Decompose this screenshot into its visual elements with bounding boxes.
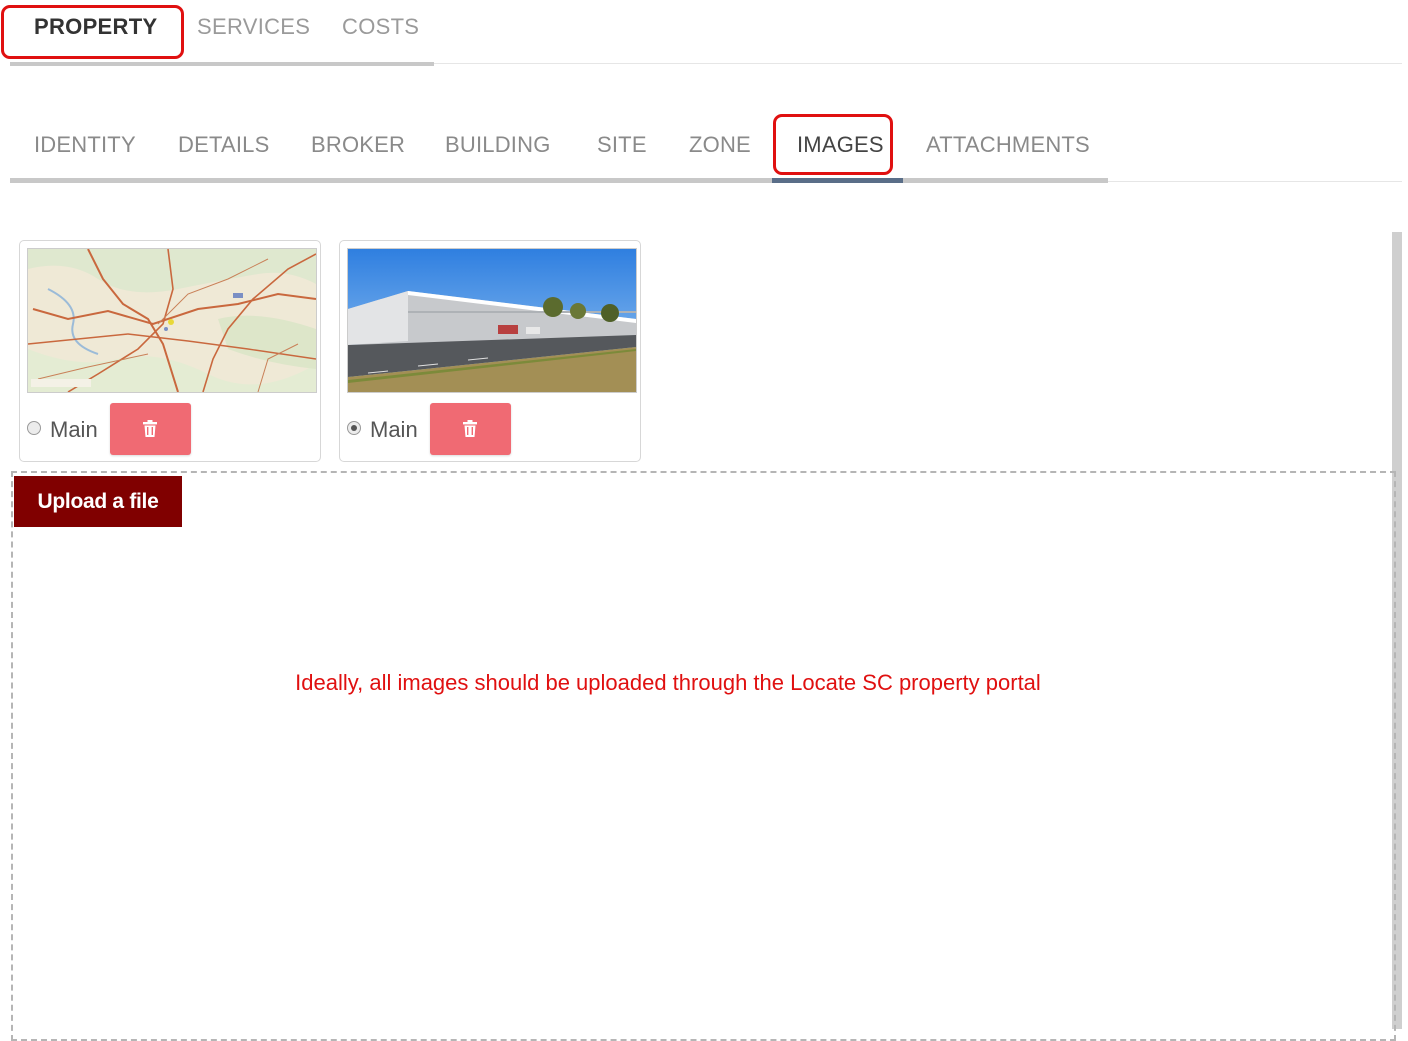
- upload-note: Ideally, all images should be uploaded t…: [295, 670, 1041, 695]
- delete-image-button[interactable]: [110, 403, 191, 455]
- sub-tab-bar: IDENTITY DETAILS BROKER BUILDING SITE ZO…: [10, 110, 1108, 183]
- tab-broker[interactable]: BROKER: [311, 132, 405, 158]
- tab-costs[interactable]: COSTS: [342, 14, 419, 40]
- image-card: Main: [339, 240, 641, 462]
- main-image-radio[interactable]: [347, 421, 361, 435]
- active-tab-indicator: [772, 178, 903, 183]
- tab-attachments[interactable]: ATTACHMENTS: [926, 132, 1090, 158]
- upload-file-button[interactable]: Upload a file: [14, 476, 182, 527]
- sub-tab-divider: [1108, 181, 1402, 182]
- highlight-box-property-tab: [1, 5, 184, 59]
- image-card: Main: [19, 240, 321, 462]
- map-image[interactable]: [27, 248, 317, 393]
- top-tab-divider: [434, 63, 1402, 64]
- image-controls: Main: [344, 403, 624, 455]
- tab-site[interactable]: SITE: [597, 132, 647, 158]
- highlight-box-images-tab: [773, 114, 893, 175]
- trash-icon: [143, 420, 157, 437]
- tab-identity[interactable]: IDENTITY: [34, 132, 136, 158]
- tab-building[interactable]: BUILDING: [445, 132, 551, 158]
- tab-zone[interactable]: ZONE: [689, 132, 751, 158]
- main-radio-label: Main: [50, 417, 98, 442]
- file-drop-zone[interactable]: [11, 471, 1396, 1041]
- image-controls: Main: [24, 403, 304, 455]
- tab-details[interactable]: DETAILS: [178, 132, 269, 158]
- main-image-radio[interactable]: [27, 421, 41, 435]
- trash-icon: [463, 420, 477, 437]
- building-photo[interactable]: [347, 248, 637, 393]
- main-radio-label: Main: [370, 417, 418, 442]
- tab-services[interactable]: SERVICES: [197, 14, 310, 40]
- delete-image-button[interactable]: [430, 403, 511, 455]
